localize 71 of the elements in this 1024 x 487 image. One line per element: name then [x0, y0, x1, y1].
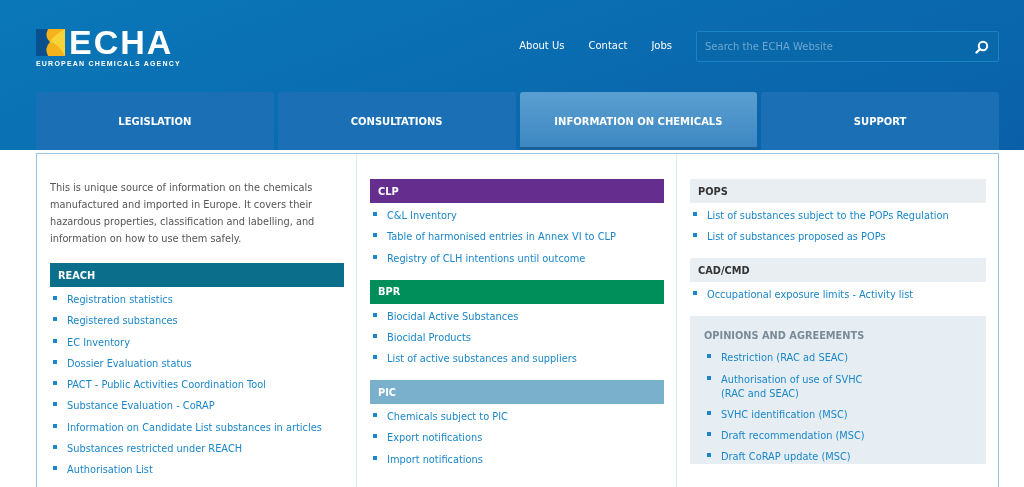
bullet-icon	[53, 445, 57, 450]
bullet-icon	[373, 434, 377, 439]
search-icon[interactable]	[975, 40, 989, 54]
menu-link[interactable]: C&L Inventory	[387, 209, 457, 223]
section-header: REACH	[50, 263, 344, 287]
menu-link[interactable]: Dossier Evaluation status	[67, 356, 192, 371]
menu-link[interactable]: Draft CoRAP update (MSC)	[721, 450, 851, 465]
bullet-icon	[373, 212, 377, 216]
bullet-icon	[373, 233, 377, 238]
bullet-icon	[693, 233, 697, 238]
menu-link[interactable]: Substance Evaluation - CoRAP	[67, 399, 215, 414]
section-header: CLP	[370, 179, 664, 203]
bullet-icon	[707, 375, 711, 380]
menu-link[interactable]: Biocidal Active Substances	[387, 309, 519, 324]
section-header: PIC	[370, 380, 664, 405]
bullet-icon	[53, 423, 57, 428]
menu-link[interactable]: Registration statistics	[67, 293, 173, 307]
intro-text: This is unique source of information on the chemicals manufactured and imported in Europe. It covers their hazardous properties, classification and labelling, and information on how to use them safely.	[50, 181, 316, 246]
nav-tab[interactable]: INFORMATION ON CHEMICALS	[519, 92, 758, 150]
menu-link[interactable]: Authorisation of use of SVHC (RAC and SEAC)	[721, 372, 871, 401]
menu-link[interactable]: Authorisation List	[67, 463, 153, 478]
bullet-icon	[707, 432, 711, 437]
header-link[interactable]: Jobs	[651, 40, 672, 51]
menu-link[interactable]: Registry of CLH intentions until outcome	[387, 251, 586, 266]
menu-link[interactable]: List of active substances and suppliers	[387, 352, 577, 367]
bullet-icon	[373, 455, 377, 460]
menu-link[interactable]: SVHC identification (MSC)	[721, 407, 848, 422]
bullet-icon	[373, 355, 377, 360]
header-link[interactable]: Contact	[588, 40, 628, 51]
section-header: OPINIONS AND AGREEMENTS	[704, 330, 866, 342]
menu-link[interactable]: PACT - Public Activities Coordination Tool	[67, 378, 267, 393]
menu-link[interactable]: Restriction (RAC ad SEAC)	[721, 351, 848, 366]
menu-link[interactable]: Draft recommendation (MSC)	[721, 429, 865, 444]
bullet-icon	[707, 453, 711, 458]
bullet-icon	[53, 296, 57, 300]
bullet-icon	[53, 466, 57, 471]
menu-link[interactable]: Import notifications	[387, 452, 483, 467]
menu-link[interactable]: Registered substances	[67, 314, 178, 329]
bullet-icon	[373, 413, 377, 418]
logo-icon	[36, 28, 65, 56]
menu-link[interactable]: List of substances subject to the POPs Regulation	[707, 209, 949, 223]
header-link[interactable]: About Us	[519, 40, 565, 51]
bullet-icon	[693, 291, 697, 296]
nav-tab[interactable]: LEGISLATION	[36, 92, 274, 150]
menu-link[interactable]: Information on Candidate List substances in articles	[67, 420, 322, 435]
menu-link[interactable]: Biocidal Products	[387, 330, 471, 345]
menu-link[interactable]: Table of harmonised entries in Annex VI to CLP	[387, 230, 616, 245]
bullet-icon	[53, 317, 57, 322]
menu-link[interactable]: Export notifications	[387, 431, 483, 446]
bullet-icon	[373, 312, 377, 317]
bullet-icon	[707, 354, 711, 359]
menu-link[interactable]: List of substances proposed as POPs	[707, 230, 886, 245]
menu-link[interactable]: Substances restricted under REACH	[67, 442, 243, 457]
section-header: POPS	[690, 179, 986, 203]
bullet-icon	[693, 212, 697, 216]
bullet-icon	[53, 381, 57, 386]
nav-tab[interactable]: SUPPORT	[761, 92, 999, 150]
nav-tab[interactable]: CONSULTATIONS	[277, 92, 516, 150]
section-header: CAD/CMD	[690, 258, 986, 283]
bullet-icon	[53, 359, 57, 364]
logo-wordmark: ECHA	[69, 27, 174, 57]
bullet-icon	[53, 338, 57, 343]
bullet-icon	[707, 410, 711, 415]
bullet-icon	[373, 254, 377, 259]
bullet-icon	[53, 402, 57, 407]
menu-link[interactable]: Occupational exposure limits - Activity list	[707, 288, 914, 303]
section-header: BPR	[370, 279, 664, 304]
bullet-icon	[373, 333, 377, 338]
menu-link[interactable]: Chemicals subject to PIC	[387, 410, 508, 425]
menu-link[interactable]: EC Inventory	[67, 335, 130, 350]
search-field[interactable]: Search the ECHA Website	[696, 31, 999, 62]
